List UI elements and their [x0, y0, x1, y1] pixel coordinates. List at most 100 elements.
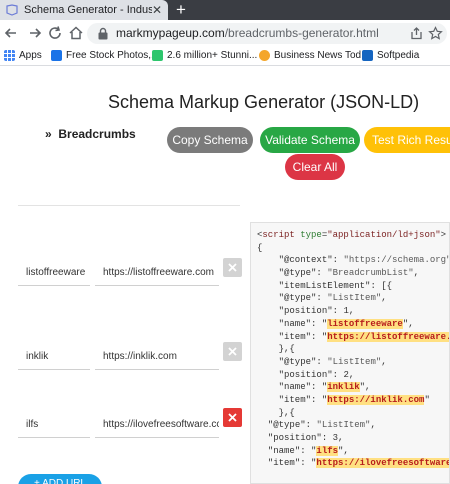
close-icon	[228, 347, 237, 356]
breadcrumb-name-input[interactable]: inklik	[18, 344, 90, 370]
bookmark-label: Free Stock Photos,...	[66, 50, 160, 61]
code-highlight: https://inklik.com	[327, 394, 425, 405]
section-heading-label: Breadcrumbs	[58, 127, 136, 141]
code-line: "@type": "ListItem",	[278, 356, 387, 367]
code-key: "name"	[278, 382, 312, 393]
back-arrow-icon[interactable]	[3, 25, 19, 41]
bookmark-label: Softpedia	[377, 50, 420, 61]
validate-schema-button[interactable]: Validate Schema	[260, 127, 360, 153]
code-key: "@type"	[267, 420, 306, 431]
tab-title: Schema Generator - Industry's Le	[24, 4, 152, 16]
code-line: "name": "listoffreeware",	[278, 318, 414, 329]
close-icon	[228, 413, 237, 422]
url-path: /breadcrumbs-generator.html	[224, 26, 379, 40]
code-string: "https://schema.org"	[343, 255, 450, 266]
share-icon[interactable]	[409, 26, 424, 41]
code-line: "@context": "https://schema.org",	[278, 255, 450, 266]
code-key: "item"	[267, 458, 301, 469]
bookmark-softpedia[interactable]: Softpedia	[362, 50, 419, 61]
code-attr: type	[300, 230, 322, 240]
code-line: "item": "https://ilovefreesoftware.cc"	[257, 457, 449, 470]
code-key: "name"	[267, 445, 301, 456]
code-key: "name"	[278, 318, 312, 329]
code-line: "name": "ilfs",	[267, 445, 349, 456]
browser-toolbar: markmypageup.com/breadcrumbs-generator.h…	[0, 20, 450, 47]
pixabay-icon	[152, 50, 163, 61]
code-key: "itemListElement"	[278, 280, 371, 291]
code-key: "item"	[278, 394, 312, 405]
test-rich-results-button[interactable]: Test Rich Results	[364, 127, 450, 153]
breadcrumb-url-input[interactable]: https://ilovefreesoftware.cc	[95, 412, 219, 438]
url-text: markmypageup.com/breadcrumbs-generator.h…	[116, 26, 379, 40]
softpedia-icon	[362, 50, 373, 61]
code-number: 3	[332, 433, 339, 443]
delete-row-button[interactable]	[223, 342, 242, 361]
browser-tab[interactable]: Schema Generator - Industry's Le ✕	[0, 0, 168, 20]
breadcrumb-name-input[interactable]: ilfs	[18, 412, 90, 438]
add-url-button[interactable]: + ADD URL	[18, 474, 102, 484]
code-string: "BreadcrumbList"	[327, 268, 414, 279]
pexels-icon	[51, 50, 62, 61]
code-line: {	[257, 242, 263, 253]
bookmark-label: Business News Tod...	[274, 50, 370, 61]
forward-arrow-icon[interactable]	[27, 25, 43, 41]
lock-icon	[98, 27, 108, 40]
bookmark-pixabay[interactable]: 2.6 million+ Stunni...	[152, 50, 257, 61]
breadcrumbs-heading: » Breadcrumbs	[45, 127, 136, 141]
reload-icon[interactable]	[47, 25, 63, 41]
breadcrumb-name-input[interactable]: listoffreeware	[18, 260, 90, 286]
code-line: },{	[257, 407, 295, 418]
code-key: "position"	[267, 433, 322, 443]
code-highlight: https://listoffreeware.com	[327, 331, 449, 342]
delete-row-button[interactable]	[223, 408, 242, 427]
news-icon	[259, 50, 270, 61]
code-line: "itemListElement": [{	[278, 280, 393, 291]
new-tab-button[interactable]: +	[176, 0, 186, 20]
bookmark-star-icon[interactable]	[428, 26, 443, 41]
code-number: 1	[343, 306, 349, 317]
code-line: "position": 1,	[278, 306, 355, 317]
schema-code-output[interactable]: <script type="application/ld+json"> { "@…	[250, 222, 450, 484]
apps-grid-icon	[4, 50, 15, 61]
code-line: "position": 2,	[278, 369, 355, 380]
delete-row-button[interactable]	[223, 258, 242, 277]
divider	[18, 205, 240, 206]
code-key: "@type"	[278, 268, 317, 279]
home-icon[interactable]	[68, 25, 84, 41]
copy-schema-button[interactable]: Copy Schema	[167, 127, 253, 153]
code-line: <script type="application/ld+json">	[257, 230, 447, 240]
close-icon	[228, 263, 237, 272]
bookmark-business-news[interactable]: Business News Tod...	[259, 50, 369, 61]
breadcrumb-url-input[interactable]: https://listoffreeware.com	[95, 260, 219, 286]
code-key: "@type"	[278, 356, 317, 367]
code-highlight: ilfs	[316, 445, 339, 456]
code-line: },{	[257, 344, 295, 355]
url-host: markmypageup.com	[116, 26, 225, 40]
code-attr-value: "application/ld+json"	[327, 230, 441, 240]
code-key: "position"	[278, 369, 333, 380]
code-highlight: listoffreeware	[327, 318, 403, 329]
code-tag: script	[262, 230, 295, 240]
page-title: Schema Markup Generator (JSON-LD)	[108, 92, 420, 112]
clear-all-button[interactable]: Clear All	[285, 154, 345, 180]
bookmark-label: Apps	[19, 50, 42, 61]
code-line: "item": "https://listoffreeware.com"	[257, 331, 449, 344]
code-number: 2	[343, 369, 349, 380]
schema-favicon-icon	[6, 4, 18, 16]
code-lines: <script type="application/ld+json"> { "@…	[257, 229, 450, 470]
code-key: "@type"	[278, 293, 317, 304]
code-key: "item"	[278, 331, 312, 342]
bookmark-apps[interactable]: Apps	[4, 50, 42, 61]
code-string: "ListItem"	[327, 293, 382, 304]
code-line: "name": "inklik",	[278, 382, 371, 393]
breadcrumb-url-input[interactable]: https://inklik.com	[95, 344, 219, 370]
code-line: "item": "https://inklik.com"	[278, 394, 430, 405]
section-marker: »	[45, 127, 52, 141]
bookmark-pexels[interactable]: Free Stock Photos,...	[51, 50, 159, 61]
address-bar[interactable]: markmypageup.com/breadcrumbs-generator.h…	[87, 23, 447, 44]
tab-close-icon[interactable]: ✕	[152, 3, 162, 17]
code-line: "@type": "ListItem",	[278, 293, 387, 304]
bookmark-label: 2.6 million+ Stunni...	[167, 50, 258, 61]
code-key: "position"	[278, 306, 333, 317]
code-line: "position": 3,	[267, 433, 344, 443]
